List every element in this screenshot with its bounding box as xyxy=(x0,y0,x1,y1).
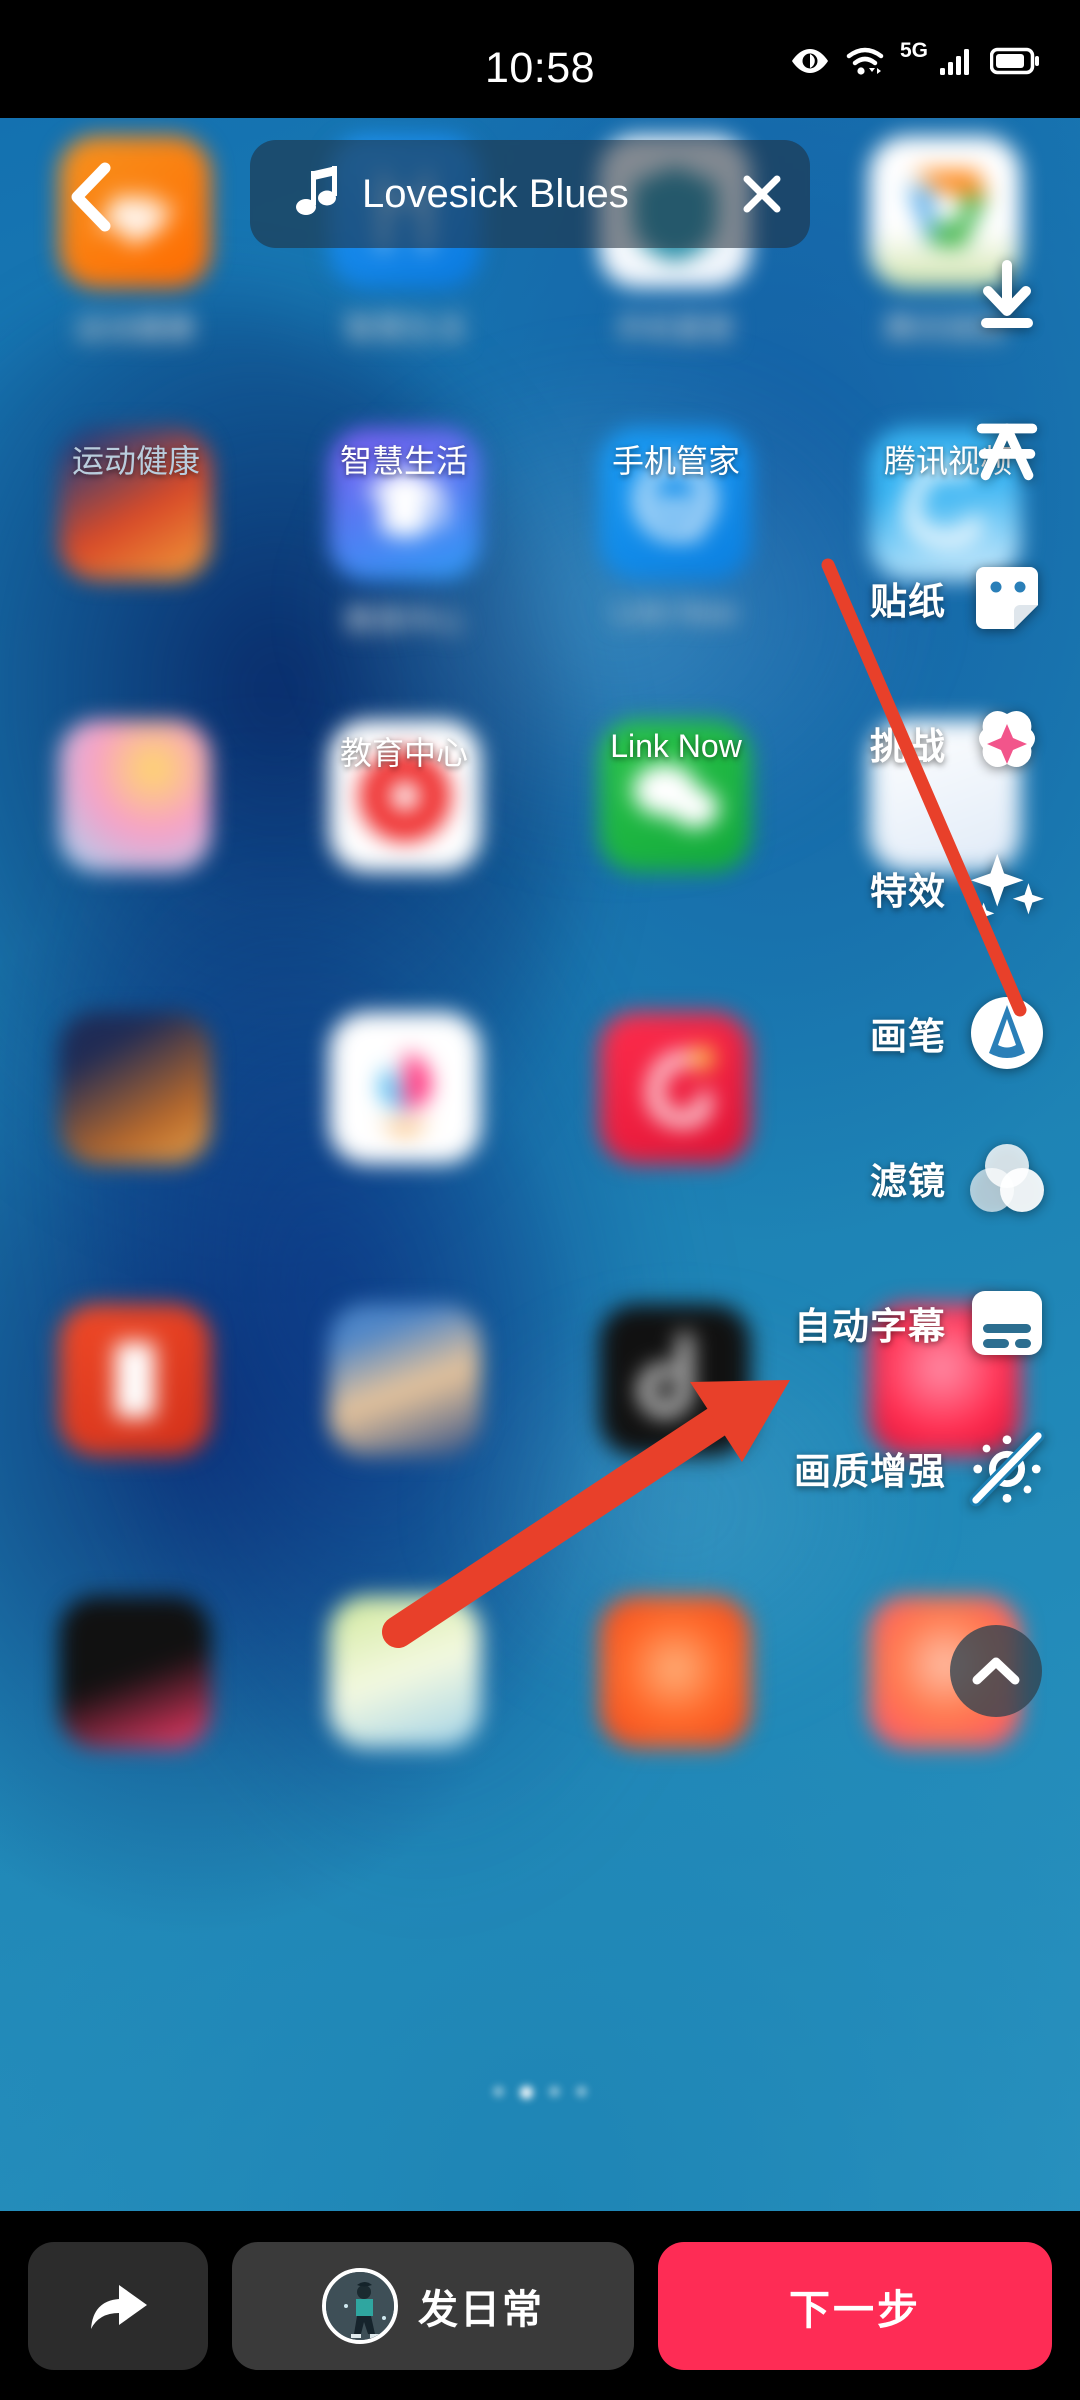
download-icon xyxy=(968,255,1046,333)
status-icon-group: 5G xyxy=(790,39,1040,76)
auto-caption-icon xyxy=(968,1284,1046,1362)
toolbar-label: 画笔 xyxy=(870,1016,946,1057)
toolbar-item-effects[interactable]: 特效 xyxy=(660,844,1080,932)
bottom-action-bar: 发日常 下一步 xyxy=(0,2211,1080,2400)
challenge-star-icon xyxy=(968,704,1046,782)
page-dot xyxy=(549,2086,560,2097)
page-dot xyxy=(576,2086,587,2097)
toolbar-item-quality-enhance[interactable]: 画质增强 xyxy=(660,1424,1080,1512)
music-track-pill[interactable]: Lovesick Blues xyxy=(250,140,810,248)
toolbar-item-sticker[interactable]: 贴纸 xyxy=(660,554,1080,642)
share-button[interactable] xyxy=(28,2241,208,2370)
app-label-smartlife: 智慧生活 xyxy=(339,443,469,479)
next-step-label: 下一步 xyxy=(789,2286,921,2333)
back-chevron-icon xyxy=(71,162,111,232)
page-indicator[interactable] xyxy=(493,2086,587,2099)
phone-screen: 运动健康 智慧生活 手机管家 腾讯视频 教育中心 Link Now 运动健康 智… xyxy=(0,0,1080,2400)
close-icon xyxy=(743,175,781,213)
music-close-button[interactable] xyxy=(714,140,810,248)
back-button[interactable] xyxy=(46,152,136,242)
toolbar-item-text[interactable] xyxy=(660,406,1080,494)
share-arrow-icon xyxy=(91,2284,147,2329)
post-daily-label: 发日常 xyxy=(418,2287,544,2332)
toolbar-item-download[interactable] xyxy=(660,250,1080,338)
wifi-icon xyxy=(845,46,885,76)
effects-sparkle-icon xyxy=(968,849,1046,927)
toolbar-item-challenge[interactable]: 挑战 xyxy=(660,699,1080,787)
filter-circles-icon xyxy=(968,1139,1046,1217)
network-type-label: 5G xyxy=(899,39,928,62)
battery-icon xyxy=(990,47,1040,75)
toolbar-item-brush[interactable]: 画笔 xyxy=(660,989,1080,1077)
music-note-icon xyxy=(296,165,340,224)
avatar xyxy=(322,2267,398,2344)
chevron-up-icon xyxy=(972,1657,1020,1685)
app-label-health: 运动健康 xyxy=(71,443,201,479)
toolbar-label: 贴纸 xyxy=(870,581,946,622)
quality-enhance-off-icon xyxy=(968,1429,1046,1507)
eye-comfort-icon xyxy=(790,47,830,75)
toolbar-label: 挑战 xyxy=(870,726,946,767)
brush-icon xyxy=(968,994,1046,1072)
toolbar-item-auto-caption[interactable]: 自动字幕 xyxy=(660,1279,1080,1367)
toolbar-label: 滤镜 xyxy=(870,1161,946,1202)
page-dot xyxy=(493,2086,504,2097)
next-step-button[interactable]: 下一步 xyxy=(658,2241,1052,2370)
signal-bars-icon xyxy=(939,47,975,75)
toolbar-collapse-button[interactable] xyxy=(950,1625,1042,1717)
toolbar-item-filter[interactable]: 滤镜 xyxy=(660,1134,1080,1222)
page-dot-active xyxy=(520,2086,533,2099)
toolbar-label: 画质增强 xyxy=(794,1451,946,1492)
toolbar-label: 自动字幕 xyxy=(794,1306,946,1347)
app-label-education: 教育中心 xyxy=(339,735,469,771)
toolbar-label: 特效 xyxy=(870,871,946,912)
sticker-icon xyxy=(968,559,1046,637)
status-bar: 10:58 5G xyxy=(0,0,1080,118)
text-icon xyxy=(968,411,1046,489)
editor-right-toolbar: 贴纸 挑战 特效 画笔 滤镜 自动字幕 画质增强 xyxy=(660,250,1080,1569)
music-track-title: Lovesick Blues xyxy=(362,171,629,216)
post-daily-button[interactable]: 发日常 xyxy=(232,2241,634,2370)
